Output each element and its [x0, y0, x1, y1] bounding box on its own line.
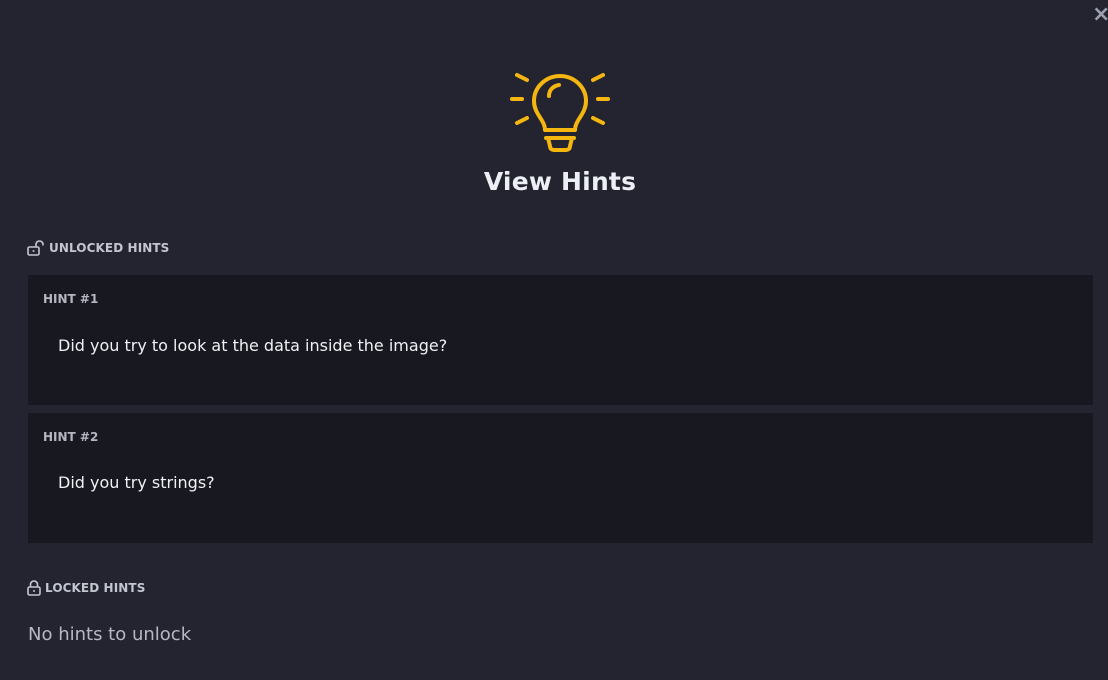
lightbulb-icon — [510, 73, 610, 152]
unlock-icon — [27, 240, 44, 256]
hint-text: Did you try strings? — [58, 473, 215, 492]
no-hints-message: No hints to unlock — [28, 624, 192, 645]
close-icon[interactable]: × — [1092, 4, 1108, 26]
hint-title: HINT #1 — [43, 292, 99, 306]
hints-modal: × View Hints UNLOCKED HINTS HINT #1 Did … — [0, 0, 1108, 680]
locked-hints-label: LOCKED HINTS — [45, 581, 146, 595]
close-button[interactable]: × — [1092, 4, 1108, 26]
hint-card: HINT #2 Did you try strings? — [28, 413, 1093, 543]
hint-title: HINT #2 — [43, 430, 99, 444]
hint-text: Did you try to look at the data inside t… — [58, 336, 448, 355]
unlocked-hints-heading: UNLOCKED HINTS — [27, 240, 169, 256]
unlocked-hints-label: UNLOCKED HINTS — [49, 241, 170, 255]
hint-card: HINT #1 Did you try to look at the data … — [28, 275, 1093, 405]
modal-title: View Hints — [483, 167, 637, 196]
lock-icon — [27, 580, 41, 596]
locked-hints-heading: LOCKED HINTS — [27, 580, 145, 596]
